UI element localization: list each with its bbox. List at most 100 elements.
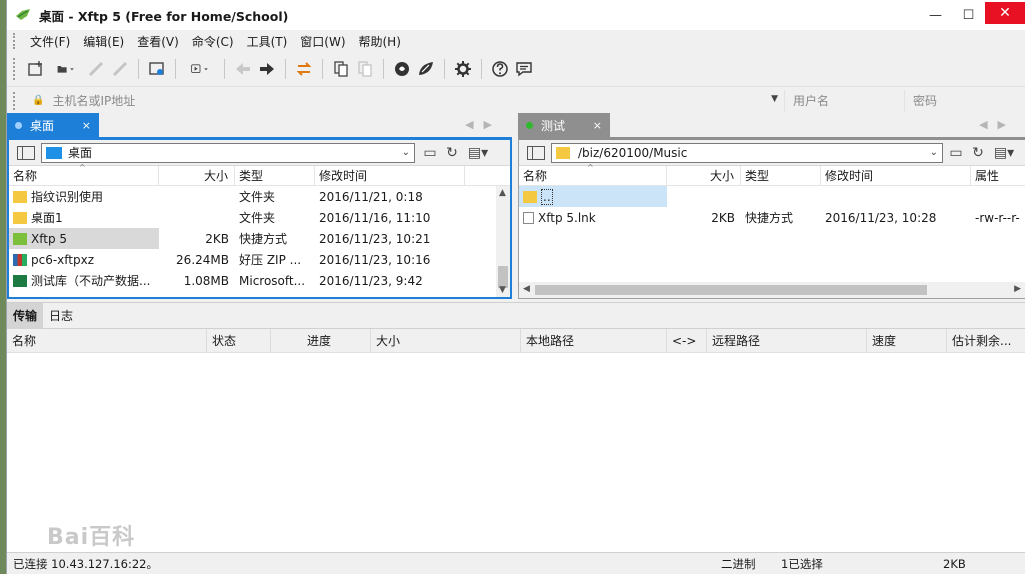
host-input[interactable]: 🔒 主机名或IP地址 ▼ <box>24 90 784 112</box>
close-button[interactable]: ✕ <box>985 2 1025 24</box>
tab-nav-arrows[interactable]: ◀▶ <box>979 118 1016 131</box>
list-item[interactable]: 桌面1 文件夹 2016/11/16, 11:10 <box>9 207 510 228</box>
forward-button[interactable] <box>255 57 279 81</box>
tab-log[interactable]: 日志 <box>43 303 79 329</box>
file-attributes: -rw-r--r- <box>975 210 1020 225</box>
list-item[interactable]: 测试库（不动产数据... 1.08MB Microsoft... 2016/11… <box>9 270 510 291</box>
sync-button[interactable] <box>292 57 316 81</box>
tree-toggle-icon[interactable] <box>527 145 545 160</box>
xmanager-button[interactable] <box>414 57 438 81</box>
col-name[interactable]: 名称 <box>7 328 207 353</box>
col-attributes[interactable]: 属性 <box>971 166 1025 186</box>
list-item[interactable]: .. <box>519 186 1025 207</box>
tab-desktop[interactable]: 桌面 × <box>7 113 99 137</box>
col-speed[interactable]: 速度 <box>867 328 947 353</box>
help-button[interactable] <box>488 57 512 81</box>
menu-help[interactable]: 帮助(H) <box>353 33 408 50</box>
disconnect-button[interactable] <box>84 57 108 81</box>
menu-edit[interactable]: 编辑(E) <box>77 33 131 50</box>
file-size: 2KB <box>711 210 735 225</box>
chevron-down-icon[interactable]: ▼ <box>771 94 778 104</box>
title-bar[interactable]: 桌面 - Xftp 5 (Free for Home/School) — ☐ ✕ <box>7 0 1025 30</box>
reconnect-button[interactable] <box>108 57 132 81</box>
col-direction[interactable]: <-> <box>667 328 707 353</box>
local-path-combo[interactable]: 桌面 ⌄ <box>41 142 415 163</box>
scroll-right-icon[interactable]: ▶ <box>1014 284 1021 294</box>
col-progress[interactable]: 进度 <box>271 328 371 353</box>
tab-test[interactable]: 测试 × <box>518 113 610 137</box>
menu-tools[interactable]: 工具(T) <box>241 33 295 50</box>
password-input[interactable]: 密码 <box>904 89 1024 112</box>
properties-button[interactable] <box>145 57 169 81</box>
list-item[interactable]: pc6-xftpxz 26.24MB 好压 ZIP ... 2016/11/23… <box>9 249 510 270</box>
remote-path-combo[interactable]: /biz/620100/Music ⌄ <box>551 142 943 163</box>
view-mode-icon[interactable]: ▤▾ <box>463 143 493 163</box>
back-button[interactable] <box>231 57 255 81</box>
refresh-icon[interactable]: ↻ <box>967 143 989 163</box>
connected-dot-icon <box>526 121 533 129</box>
toolbar-grip[interactable] <box>13 58 16 80</box>
col-size[interactable]: 大小 <box>371 328 521 353</box>
list-item[interactable]: Xftp 5.lnk 2KB 快捷方式 2016/11/23, 10:28 -r… <box>519 207 1025 228</box>
tab-nav-arrows[interactable]: ◀▶ <box>465 118 502 131</box>
col-local-path[interactable]: 本地路径 <box>521 328 667 353</box>
view-mode-icon[interactable]: ▤▾ <box>989 143 1019 163</box>
tree-toggle-icon[interactable] <box>17 145 35 160</box>
scroll-down-icon[interactable]: ▼ <box>499 285 506 295</box>
menu-grip[interactable] <box>13 33 16 49</box>
copy-button[interactable] <box>329 57 353 81</box>
transfer-mode: 二进制 <box>721 556 756 571</box>
col-size[interactable]: 大小 <box>159 165 235 186</box>
transfer-button[interactable] <box>182 57 218 81</box>
scroll-left-icon[interactable]: ◀ <box>523 284 530 294</box>
copy-icon <box>334 61 348 77</box>
tab-close-icon[interactable]: × <box>82 119 91 132</box>
chevron-down-icon[interactable]: ⌄ <box>930 147 938 158</box>
col-size[interactable]: 大小 <box>667 165 741 186</box>
local-vertical-scrollbar[interactable]: ▲ ▼ <box>496 186 510 297</box>
scroll-up-icon[interactable]: ▲ <box>499 188 506 198</box>
col-eta[interactable]: 估计剩余... <box>947 329 1020 353</box>
list-item[interactable]: 指纹识别使用 文件夹 2016/11/21, 0:18 <box>9 186 510 207</box>
xshell-button[interactable] <box>390 57 414 81</box>
folder-icon <box>13 211 27 224</box>
col-modified[interactable]: 修改时间 <box>821 165 971 186</box>
list-item[interactable]: Xftp 5 2KB 快捷方式 2016/11/23, 10:21 <box>9 228 510 249</box>
maximize-button[interactable]: ☐ <box>952 0 985 30</box>
open-folder-icon <box>57 66 74 73</box>
options-button[interactable] <box>451 57 475 81</box>
tab-close-icon[interactable]: × <box>593 119 602 132</box>
transfer-tabs: 传输 日志 <box>7 302 1025 329</box>
paste-button[interactable] <box>353 57 377 81</box>
toolbar-separator <box>383 59 384 79</box>
col-type[interactable]: 类型 <box>741 165 821 186</box>
username-input[interactable]: 用户名 <box>784 89 904 112</box>
address-bar: 🔒 主机名或IP地址 ▼ 用户名 密码 <box>7 86 1025 114</box>
col-status[interactable]: 状态 <box>207 328 271 353</box>
remote-horizontal-scrollbar[interactable]: ◀ ▶ <box>519 282 1025 298</box>
feedback-button[interactable] <box>512 57 536 81</box>
menu-file[interactable]: 文件(F) <box>24 33 77 50</box>
col-type[interactable]: 类型 <box>235 165 315 186</box>
menu-window[interactable]: 窗口(W) <box>294 33 352 50</box>
parent-folder-icon[interactable]: ▭ <box>945 143 967 163</box>
address-grip[interactable] <box>13 91 16 110</box>
tab-transfer[interactable]: 传输 <box>7 302 44 329</box>
file-modified: 2016/11/21, 0:18 <box>319 189 423 204</box>
chevron-down-icon[interactable]: ⌄ <box>402 147 410 158</box>
new-session-button[interactable] <box>24 57 48 81</box>
open-folder-button[interactable] <box>48 57 84 81</box>
col-modified[interactable]: 修改时间 <box>315 165 465 186</box>
menu-command[interactable]: 命令(C) <box>186 33 241 50</box>
menu-view[interactable]: 查看(V) <box>131 33 186 50</box>
refresh-icon[interactable]: ↻ <box>441 143 463 163</box>
desktop-icon <box>46 146 62 159</box>
lock-icon: 🔒 <box>32 95 45 106</box>
scroll-thumb[interactable] <box>535 285 927 295</box>
status-bar: 已连接 10.43.127.16:22。 二进制 1已选择 2KB <box>7 552 1025 574</box>
file-type: 文件夹 <box>239 190 276 204</box>
minimize-button[interactable]: — <box>919 0 952 30</box>
swap-arrows-icon <box>296 62 312 76</box>
parent-folder-icon[interactable]: ▭ <box>419 143 441 163</box>
col-remote-path[interactable]: 远程路径 <box>707 328 867 353</box>
